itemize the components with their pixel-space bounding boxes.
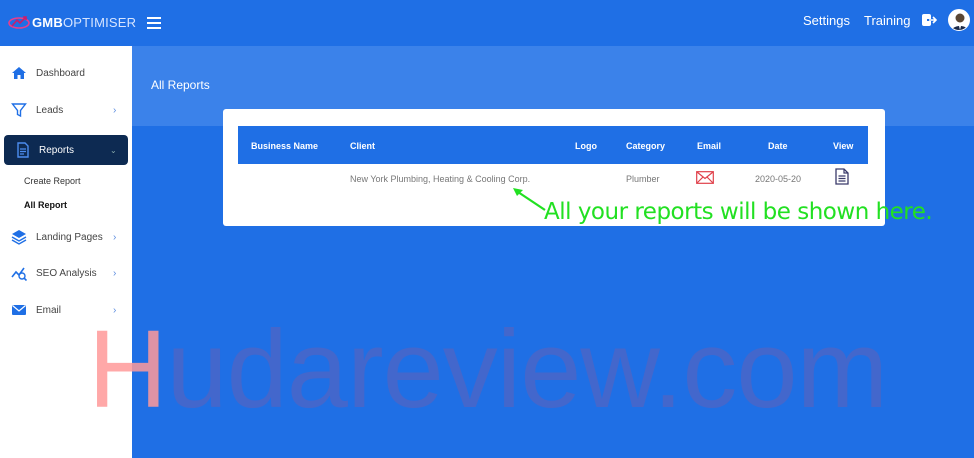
sidebar-subitem-create-report[interactable]: Create Report [24,176,81,186]
logo-mark-icon [8,16,30,29]
column-header-view[interactable]: View [833,141,853,151]
sidebar-item-label: Email [36,304,62,316]
sidebar-subitem-all-report[interactable]: All Report [24,200,67,210]
training-link[interactable]: Training [864,13,910,28]
table-header-row: Business Name Client Logo Category Email… [238,126,868,164]
view-document-icon[interactable] [835,168,849,185]
cell-date: 2020-05-20 [755,174,802,184]
chevron-down-icon: ⌄ [110,145,117,155]
layers-icon [11,230,27,245]
column-header-date[interactable]: Date [768,141,788,151]
sidebar-item-label: SEO Analysis [36,267,97,279]
sidebar-item-label: Dashboard [36,67,85,79]
chevron-right-icon: › [113,231,117,243]
callout-annotation: All your reports will be shown here. [544,199,933,225]
column-header-client[interactable]: Client [350,141,375,151]
menu-toggle-icon[interactable] [147,17,161,29]
analytics-icon [11,267,27,281]
settings-link[interactable]: Settings [803,13,850,28]
watermark-first-letter: H [88,308,167,431]
callout-arrow-icon [513,188,546,211]
sidebar-item-reports[interactable]: Reports ⌄ [4,135,128,165]
chevron-right-icon: › [113,267,117,279]
user-avatar[interactable] [948,9,970,31]
logout-icon[interactable] [921,12,937,28]
column-header-category[interactable]: Category [626,141,665,151]
sidebar-item-leads[interactable]: Leads › [0,95,132,125]
watermark: Hudareview.com [88,306,888,433]
cell-category: Plumber [626,174,660,184]
home-icon [12,67,26,79]
sidebar-item-label: Leads [36,104,64,116]
top-bar: GMBOPTIMISER Settings Training [0,0,974,46]
chevron-right-icon: › [113,104,117,116]
column-header-logo[interactable]: Logo [575,141,597,151]
cell-client: New York Plumbing, Heating & Cooling Cor… [350,174,531,184]
sidebar-item-landing-pages[interactable]: Landing Pages › [0,222,132,252]
brand-bold-text: GMB [32,14,63,30]
brand-logo[interactable]: GMBOPTIMISER [8,14,136,30]
email-envelope-icon[interactable] [696,171,714,184]
filter-icon [11,103,27,118]
envelope-icon [12,305,26,315]
brand-light-text: OPTIMISER [62,14,137,30]
sidebar-item-label: Reports [39,144,75,156]
page-title: All Reports [151,78,210,92]
column-header-email[interactable]: Email [697,141,721,151]
sidebar-item-dashboard[interactable]: Dashboard [0,58,132,88]
avatar-person-icon [951,13,969,30]
sidebar-item-label: Landing Pages [36,231,103,243]
watermark-rest: udareview.com [166,308,888,431]
column-header-business-name[interactable]: Business Name [251,141,318,151]
report-doc-icon [17,142,29,158]
sidebar-item-seo-analysis[interactable]: SEO Analysis › [0,258,132,288]
